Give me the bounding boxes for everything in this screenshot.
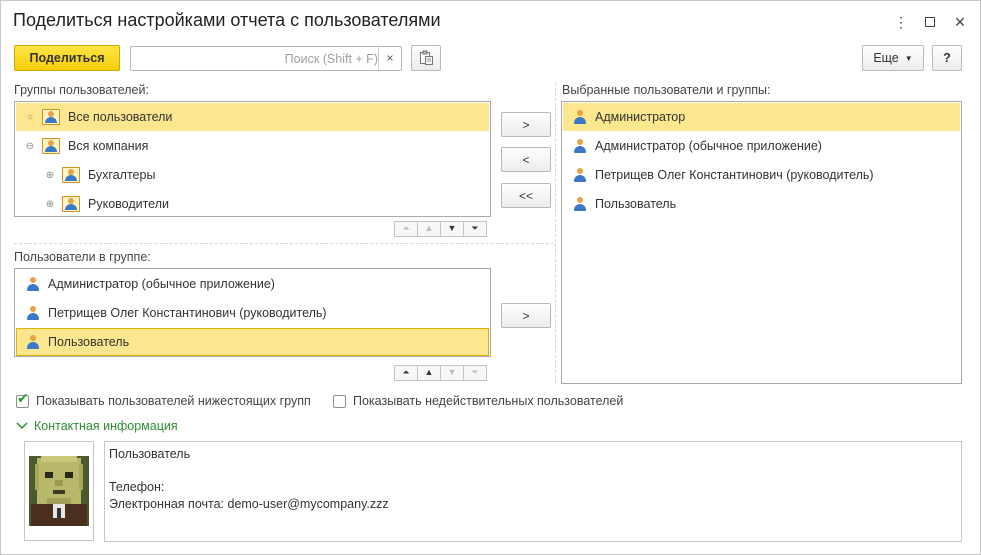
group-users-label: Пользователи в группе:	[14, 250, 151, 264]
user-group-icon	[62, 196, 80, 212]
tree-toggle-icon[interactable]: ○	[24, 112, 36, 123]
more-button[interactable]: Еще ▼	[862, 45, 924, 71]
add-user-button[interactable]: >	[501, 303, 551, 328]
search-input[interactable]	[133, 49, 382, 68]
help-button[interactable]: ?	[932, 45, 962, 71]
list-item-label: Администратор (обычное приложение)	[595, 139, 822, 153]
contact-info-header: Контактная информация	[34, 419, 178, 433]
group-item-accountants[interactable]: ⊕ Бухгалтеры	[16, 161, 489, 189]
tree-expand-icon[interactable]: ⊕	[44, 170, 56, 181]
tree-collapse-icon[interactable]: ⊖	[24, 141, 36, 152]
column-divider	[555, 83, 556, 383]
group-item-label: Руководители	[88, 197, 169, 211]
window-title: Поделиться настройками отчета с пользова…	[13, 10, 441, 30]
show-invalid-checkbox[interactable]	[333, 394, 346, 408]
group-item-label: Бухгалтеры	[88, 168, 156, 182]
close-icon[interactable]: ✕	[950, 12, 970, 32]
group-item-label: Вся компания	[68, 139, 149, 153]
show-subgroups-checkbox[interactable]	[16, 391, 29, 408]
user-group-icon	[62, 167, 80, 183]
contact-info-text: Пользователь Телефон: Электронная почта:…	[104, 441, 962, 542]
share-report-settings-window: Поделиться настройками отчета с пользова…	[0, 0, 981, 555]
selected-list[interactable]: Администратор Администратор (обычное при…	[561, 101, 962, 384]
avatar-icon	[25, 442, 93, 540]
contact-info-toggle[interactable]: Контактная информация	[16, 419, 178, 433]
user-photo	[24, 441, 94, 541]
move-down-icon[interactable]: ▼	[440, 365, 464, 381]
group-item-managers[interactable]: ⊕ Руководители	[16, 190, 489, 218]
list-item-label: Пользователь	[48, 335, 130, 349]
move-up-icon[interactable]: ▲	[417, 221, 441, 237]
list-item[interactable]: Петрищев Олег Константинович (руководите…	[563, 161, 960, 189]
vertical-dots-icon[interactable]: ⋮	[891, 12, 911, 32]
move-down-icon[interactable]: ▼	[440, 221, 464, 237]
maximize-icon[interactable]	[920, 12, 940, 32]
user-group-icon	[42, 109, 60, 125]
list-item[interactable]: Пользователь	[563, 190, 960, 218]
group-item-all-users[interactable]: ○ Все пользователи	[16, 103, 489, 131]
show-invalid-option[interactable]: Показывать недействительных пользователе…	[333, 394, 623, 408]
clipboard-icon	[420, 50, 433, 65]
list-item-label: Пользователь	[595, 197, 677, 211]
list-item-label: Петрищев Олег Константинович (руководите…	[595, 168, 874, 182]
user-icon	[573, 110, 587, 124]
add-selected-button[interactable]: >	[501, 112, 551, 137]
remove-all-button[interactable]: <<	[501, 183, 551, 208]
remove-selected-button[interactable]: <	[501, 147, 551, 172]
user-icon	[26, 306, 40, 320]
list-item[interactable]: Администратор	[563, 103, 960, 131]
user-icon	[573, 168, 587, 182]
search-box: ×	[130, 46, 402, 71]
group-item-whole-company[interactable]: ⊖ Вся компания	[16, 132, 489, 160]
tree-expand-icon[interactable]: ⊕	[44, 199, 56, 210]
list-item[interactable]: Администратор (обычное приложение)	[16, 270, 489, 298]
share-button[interactable]: Поделиться	[14, 45, 120, 71]
clipboard-button[interactable]	[411, 45, 441, 71]
group-users-list[interactable]: Администратор (обычное приложение) Петри…	[14, 268, 491, 357]
list-item-label: Администратор (обычное приложение)	[48, 277, 275, 291]
move-first-icon[interactable]: ⏶	[394, 365, 418, 381]
move-first-icon[interactable]: ⏶	[394, 221, 418, 237]
move-last-icon[interactable]: ⏷	[463, 365, 487, 381]
show-subgroups-label: Показывать пользователей нижестоящих гру…	[36, 394, 311, 408]
user-icon	[573, 139, 587, 153]
list-item-label: Администратор	[595, 110, 686, 124]
groups-label: Группы пользователей:	[14, 83, 149, 97]
more-label: Еще	[873, 51, 899, 65]
show-subgroups-option[interactable]: Показывать пользователей нижестоящих гру…	[16, 391, 311, 408]
list-item[interactable]: Петрищев Олег Константинович (руководите…	[16, 299, 489, 327]
dropdown-arrow-icon: ▼	[904, 53, 913, 63]
selected-label: Выбранные пользователи и группы:	[562, 83, 771, 97]
user-icon	[26, 335, 40, 349]
list-item-label: Петрищев Олег Константинович (руководите…	[48, 306, 327, 320]
group-users-nav-bar: ⏶ ▲ ▼ ⏷	[394, 365, 487, 381]
section-divider	[14, 243, 554, 244]
groups-list[interactable]: ○ Все пользователи ⊖ Вся компания ⊕ Бухг…	[14, 101, 491, 217]
list-item[interactable]: Пользователь	[16, 328, 489, 356]
move-up-icon[interactable]: ▲	[417, 365, 441, 381]
list-item[interactable]: Администратор (обычное приложение)	[563, 132, 960, 160]
user-icon	[573, 197, 587, 211]
move-last-icon[interactable]: ⏷	[463, 221, 487, 237]
chevron-down-icon	[16, 422, 28, 430]
group-item-label: Все пользователи	[68, 110, 173, 124]
search-clear-button[interactable]: ×	[378, 47, 401, 70]
groups-nav-bar: ⏶ ▲ ▼ ⏷	[394, 221, 487, 237]
user-group-icon	[42, 138, 60, 154]
user-icon	[26, 277, 40, 291]
show-invalid-label: Показывать недействительных пользователе…	[353, 394, 624, 408]
